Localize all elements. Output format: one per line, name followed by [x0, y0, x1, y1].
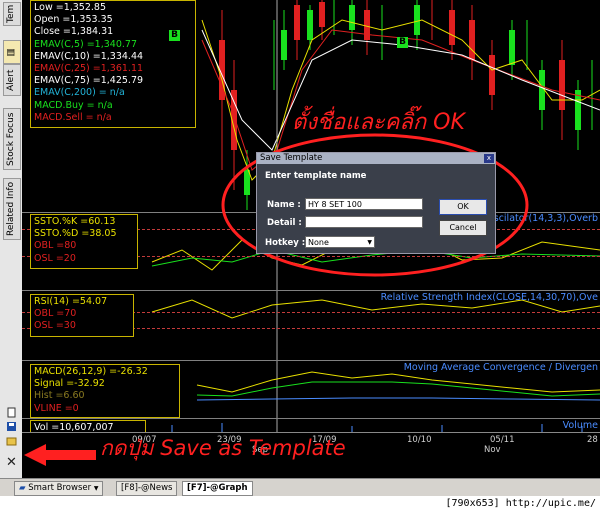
indicator-value: Low =1,352.85	[34, 2, 106, 13]
indicator-value: EMAV(C,25) =1,361.11	[34, 63, 144, 75]
indicator-value: EMAV(C,10) =1,334.44	[34, 50, 144, 62]
detail-input[interactable]	[305, 216, 423, 228]
indicator-value: EMAV(C,75) =1,425.79	[34, 75, 144, 87]
indicator-value: MACD.Buy = n/a	[34, 99, 113, 111]
panel-separator	[22, 418, 600, 419]
panel-separator	[22, 290, 600, 291]
dialog-close-button[interactable]: x	[484, 154, 494, 163]
close-icon[interactable]: ✕	[6, 456, 17, 469]
annotation-bottom: กดปุ่ม Save as Template	[100, 436, 346, 460]
indicator-value: MACD(26,12,9) =-26.32	[34, 366, 148, 377]
indicator-value: Signal =-32.92	[34, 378, 105, 390]
tab-related-info[interactable]: Related Info	[3, 178, 21, 240]
indicator-value: OSL =20	[34, 252, 76, 264]
application-window: Tem ▤ Alert Stock Focus Related Info ✕ L…	[0, 0, 600, 497]
x-axis-label: Nov	[484, 445, 501, 455]
dialog-heading: Enter template name	[265, 171, 367, 181]
new-file-icon[interactable]	[6, 407, 17, 418]
indicator-value: Open =1,353.35	[34, 14, 113, 26]
indicator-value: RSI(14) =54.07	[34, 296, 108, 307]
save-icon[interactable]	[6, 421, 17, 432]
footer: [790x653] http://upic.me/	[0, 496, 600, 514]
dialog-title: Save Template	[257, 153, 495, 164]
chevron-down-icon: ▼	[367, 239, 372, 246]
tab-label: Smart Browser	[28, 483, 92, 493]
buy-marker: B	[397, 37, 408, 48]
detail-label: Detail :	[267, 218, 302, 228]
indicator-value: OBL =80	[34, 240, 77, 252]
left-sidebar: Tem ▤ Alert Stock Focus Related Info ✕	[0, 0, 23, 478]
folder-icon[interactable]	[6, 435, 17, 446]
template-name-input[interactable]: HY 8 SET 100	[305, 198, 423, 210]
volume-title: Volume	[562, 420, 598, 431]
indicator-value: EMAV(C,200) = n/a	[34, 87, 125, 99]
tab-smart-browser[interactable]: ▰ Smart Browser ▼	[14, 481, 104, 496]
tab-news[interactable]: [F8]-@News	[116, 481, 178, 496]
sidebar-book-icon[interactable]: ▤	[3, 40, 21, 64]
hotkey-value: None	[308, 238, 329, 247]
rsi-info-box: RSI(14) =54.07 OBL =70 OSL =30	[30, 294, 134, 337]
footer-text: [790x653] http://upic.me/	[445, 498, 596, 509]
indicator-value: OBL =70	[34, 308, 77, 320]
ok-button[interactable]: OK	[439, 199, 487, 215]
indicator-value: OSL =30	[34, 320, 76, 332]
x-axis-label: 28	[587, 435, 598, 445]
macd-title: Moving Average Convergence / Divergen	[403, 362, 598, 373]
browser-icon: ▰	[19, 483, 26, 493]
indicator-value: SSTO.%K =60.13	[34, 216, 116, 227]
chevron-down-icon: ▼	[93, 485, 99, 492]
save-template-dialog: Save Template x Enter template name Name…	[256, 152, 496, 254]
annotation-top: ตั้งชื่อและคลิ๊ก OK	[292, 110, 465, 135]
stochastic-info-box: SSTO.%K =60.13 SSTO.%D =38.05 OBL =80 OSL =…	[30, 214, 138, 269]
tab-graph[interactable]: [F7]-@Graph	[182, 481, 253, 496]
macd-info-box: MACD(26,12,9) =-26.32 Signal =-32.92 Hist …	[30, 364, 180, 418]
name-label: Name :	[267, 200, 301, 210]
indicator-value: MACD.Sell = n/a	[34, 111, 112, 123]
indicator-value: SSTO.%D =38.05	[34, 228, 117, 240]
hotkey-label: Hotkey :	[265, 238, 306, 248]
tab-stock-focus[interactable]: Stock Focus	[3, 108, 21, 170]
x-axis-label: 05/11	[490, 435, 515, 445]
panel-separator	[22, 360, 600, 361]
stochastic-title: Oscilator(14,3,3),Overb	[486, 213, 598, 224]
price-info-box: Low =1,352.85 Open =1,353.35 Close =1,384.…	[30, 0, 196, 128]
bottom-tab-bar: ▰ Smart Browser ▼ [F8]-@News [F7]-@Graph	[0, 478, 600, 497]
cancel-button[interactable]: Cancel	[439, 220, 487, 236]
indicator-value: Hist =6.60	[34, 390, 85, 402]
indicator-value: VLINE =0	[34, 402, 79, 414]
buy-marker: B	[169, 30, 180, 41]
tab-template[interactable]: Tem	[3, 2, 21, 26]
tab-alert[interactable]: Alert	[3, 64, 21, 96]
hotkey-select[interactable]: None ▼	[305, 236, 375, 248]
x-axis-label: 10/10	[407, 435, 432, 445]
rsi-title: Relative Strength Index(CLOSE,14,30,70),…	[380, 292, 598, 303]
